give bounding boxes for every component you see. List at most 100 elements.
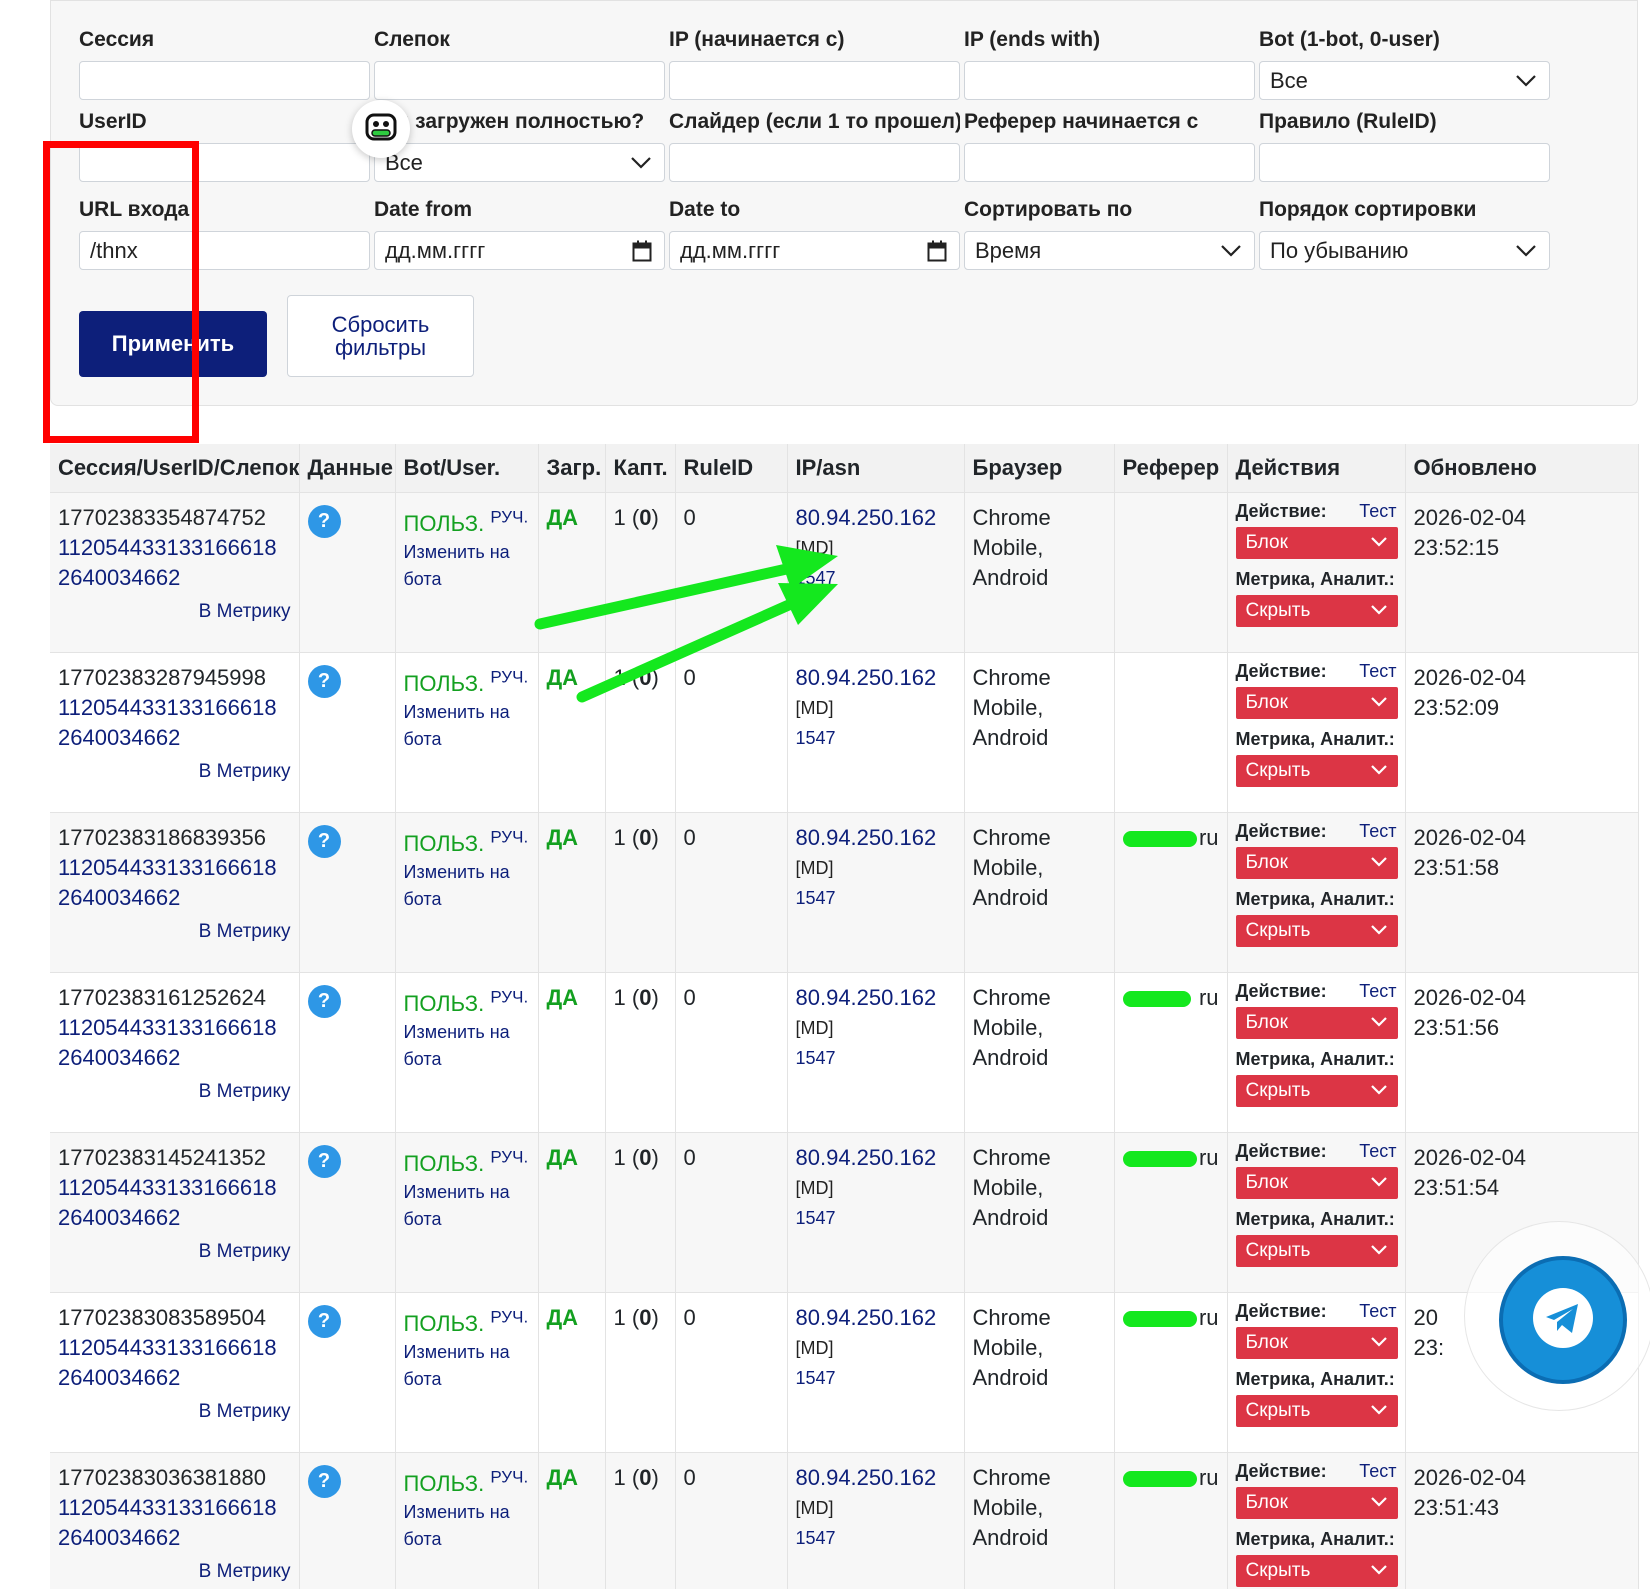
change-to-bot-link[interactable]: Изменить на бота [404, 1019, 530, 1073]
header-updated[interactable]: Обновлено [1405, 444, 1639, 493]
metrika-select[interactable]: Скрыть [1235, 914, 1398, 947]
test-link[interactable]: Тест [1359, 499, 1396, 523]
telegram-button[interactable] [1499, 1256, 1627, 1384]
question-icon[interactable]: ? [307, 1304, 341, 1338]
fingerprint-input[interactable] [374, 61, 665, 100]
calendar-icon[interactable] [927, 232, 947, 269]
metrika-select[interactable]: Скрыть [1235, 754, 1398, 787]
asn-number[interactable]: 1547 [796, 1203, 956, 1233]
sort-by-select[interactable]: Время [964, 231, 1255, 270]
test-link[interactable]: Тест [1359, 1459, 1396, 1483]
change-to-bot-link[interactable]: Изменить на бота [404, 1179, 530, 1233]
test-link[interactable]: Тест [1359, 659, 1396, 683]
header-ruleid[interactable]: RuleID [675, 444, 788, 493]
fingerprint-link[interactable]: 2640034662 [58, 1203, 291, 1233]
action-row: Действие: Тест [1236, 659, 1397, 683]
action-select[interactable]: Блок [1235, 846, 1398, 879]
header-referer[interactable]: Реферер [1114, 444, 1228, 493]
action-select[interactable]: Блок [1235, 1326, 1398, 1359]
user-id-link[interactable]: 112054433133166618 [58, 1013, 291, 1043]
action-select[interactable]: Блок [1235, 1486, 1398, 1519]
date-from-input[interactable]: дд.мм.гггг [374, 231, 665, 270]
test-link[interactable]: Тест [1359, 1299, 1396, 1323]
action-select[interactable]: Блок [1235, 1166, 1398, 1199]
slider-input[interactable] [669, 143, 960, 182]
metrika-select[interactable]: Скрыть [1235, 1394, 1398, 1427]
header-captcha[interactable]: Капт. [605, 444, 676, 493]
header-bot-user[interactable]: Bot/User. [395, 444, 539, 493]
metrika-link[interactable]: В Метрику [58, 1397, 291, 1427]
test-link[interactable]: Тест [1359, 979, 1396, 1003]
robot-badge[interactable] [352, 100, 410, 158]
reset-filters-button[interactable]: Сбросить фильтры [287, 295, 474, 377]
ip-starts-input[interactable] [669, 61, 960, 100]
metrika-link[interactable]: В Метрику [58, 597, 291, 627]
fingerprint-link[interactable]: 2640034662 [58, 883, 291, 913]
fingerprint-link[interactable]: 2640034662 [58, 1363, 291, 1393]
question-icon[interactable]: ? [307, 664, 341, 698]
change-to-bot-link[interactable]: Изменить на бота [404, 859, 530, 913]
header-session[interactable]: Сессия/UserID/Слепок [50, 444, 300, 493]
user-id-link[interactable]: 112054433133166618 [58, 1173, 291, 1203]
question-icon[interactable]: ? [307, 1144, 341, 1178]
metrika-link[interactable]: В Метрику [58, 757, 291, 787]
ip-link[interactable]: 80.94.250.162 [796, 983, 956, 1013]
ip-link[interactable]: 80.94.250.162 [796, 1143, 956, 1173]
action-select[interactable]: Блок [1235, 1006, 1398, 1039]
asn-number[interactable]: 1547 [796, 723, 956, 753]
asn-number[interactable]: 1547 [796, 1523, 956, 1553]
question-icon[interactable]: ? [307, 984, 341, 1018]
manual-badge: РУЧ. [490, 667, 529, 687]
fingerprint-link[interactable]: 2640034662 [58, 723, 291, 753]
ip-link[interactable]: 80.94.250.162 [796, 1463, 956, 1493]
action-select[interactable]: Блок [1235, 526, 1398, 559]
action-select[interactable]: Блок [1235, 686, 1398, 719]
fingerprint-link[interactable]: 2640034662 [58, 1043, 291, 1073]
metrika-select[interactable]: Скрыть [1235, 594, 1398, 627]
asn-number[interactable]: 1547 [796, 1043, 956, 1073]
metrika-link[interactable]: В Метрику [58, 917, 291, 947]
change-to-bot-link[interactable]: Изменить на бота [404, 539, 530, 593]
rule-input[interactable] [1259, 143, 1550, 182]
test-link[interactable]: Тест [1359, 1139, 1396, 1163]
header-ip-asn[interactable]: IP/asn [787, 444, 965, 493]
change-to-bot-link[interactable]: Изменить на бота [404, 1499, 530, 1553]
ip-link[interactable]: 80.94.250.162 [796, 503, 956, 533]
calendar-icon[interactable] [632, 232, 652, 269]
question-icon[interactable]: ? [307, 824, 341, 858]
date-to-input[interactable]: дд.мм.гггг [669, 231, 960, 270]
change-to-bot-link[interactable]: Изменить на бота [404, 699, 530, 753]
user-id-link[interactable]: 112054433133166618 [58, 853, 291, 883]
change-to-bot-link[interactable]: Изменить на бота [404, 1339, 530, 1393]
question-icon[interactable]: ? [307, 1464, 341, 1498]
user-id-link[interactable]: 112054433133166618 [58, 1493, 291, 1523]
metrika-link[interactable]: В Метрику [58, 1557, 291, 1587]
ip-link[interactable]: 80.94.250.162 [796, 663, 956, 693]
ip-ends-input[interactable] [964, 61, 1255, 100]
metrika-link[interactable]: В Метрику [58, 1237, 291, 1267]
asn-number[interactable]: 1547 [796, 1363, 956, 1393]
ip-link[interactable]: 80.94.250.162 [796, 1303, 956, 1333]
metrika-select[interactable]: Скрыть [1235, 1234, 1398, 1267]
header-browser[interactable]: Браузер [964, 444, 1115, 493]
user-id-link[interactable]: 112054433133166618 [58, 1333, 291, 1363]
asn-number[interactable]: 1547 [796, 563, 956, 593]
bot-select[interactable]: Все [1259, 61, 1550, 100]
session-input[interactable] [79, 61, 370, 100]
metrika-select[interactable]: Скрыть [1235, 1074, 1398, 1107]
user-id-link[interactable]: 112054433133166618 [58, 533, 291, 563]
ip-link[interactable]: 80.94.250.162 [796, 823, 956, 853]
fingerprint-link[interactable]: 2640034662 [58, 563, 291, 593]
question-icon[interactable]: ? [307, 504, 341, 538]
loaded-select[interactable]: Все [374, 143, 665, 182]
table-header-row: Сессия/UserID/Слепок Данные Bot/User. За… [50, 444, 1639, 493]
test-link[interactable]: Тест [1359, 819, 1396, 843]
asn-number[interactable]: 1547 [796, 883, 956, 913]
metrika-select[interactable]: Скрыть [1235, 1554, 1398, 1587]
fingerprint-link[interactable]: 2640034662 [58, 1523, 291, 1553]
metrika-link[interactable]: В Метрику [58, 1077, 291, 1107]
header-loaded[interactable]: Загр. [538, 444, 606, 493]
referer-input[interactable] [964, 143, 1255, 182]
user-id-link[interactable]: 112054433133166618 [58, 693, 291, 723]
sort-order-select[interactable]: По убыванию [1259, 231, 1550, 270]
